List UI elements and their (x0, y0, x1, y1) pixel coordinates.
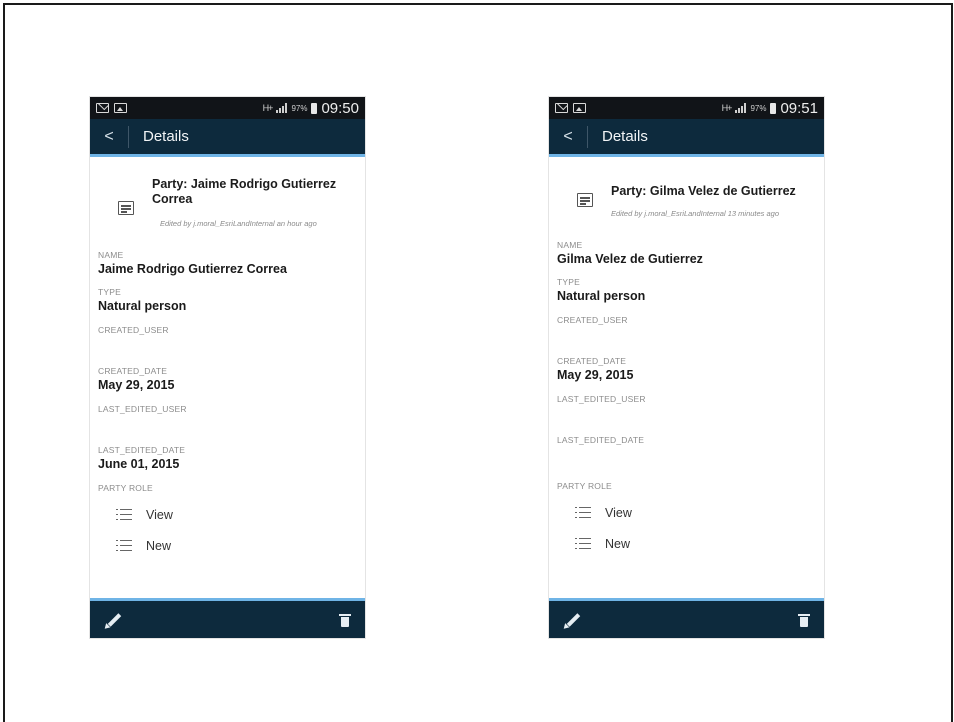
status-bar: H+ 97% 09:50 (90, 97, 365, 119)
party-role-label: PARTY ROLE (557, 481, 612, 491)
field-created-user: CREATED_USER (557, 315, 816, 349)
field-value: May 29, 2015 (557, 368, 634, 382)
list-item-label: View (146, 507, 173, 522)
record-header: Party: Jaime Rodrigo Gutierrez Correa Ed… (98, 157, 357, 228)
clock: 09:51 (780, 99, 818, 117)
party-role-new[interactable]: New (98, 530, 357, 561)
edited-by-text: Edited by j.moral_EsriLandInternal 13 mi… (611, 209, 780, 218)
list-item-label: New (605, 536, 631, 551)
record-title: Party: Gilma Velez de Gutierrez (611, 184, 796, 198)
details-content[interactable]: Party: Gilma Velez de Gutierrez Edited b… (549, 157, 824, 559)
party-role-label: PARTY ROLE (98, 483, 153, 493)
back-button[interactable]: < (90, 118, 128, 156)
edited-by-text: Edited by j.moral_EsriLandInternal an ho… (160, 219, 317, 228)
appbar-divider (587, 125, 588, 148)
field-name: NAME Jaime Rodrigo Gutierrez Correa (98, 250, 357, 276)
clock: 09:50 (321, 99, 359, 117)
bottom-toolbar (549, 598, 824, 638)
battery-percent: 97% (750, 103, 767, 113)
network-type: H+ (262, 103, 274, 113)
record-title: Party: Jaime Rodrigo Gutierrez Correa (152, 177, 337, 206)
appbar-divider (128, 125, 129, 148)
field-label: LAST_EDITED_DATE (98, 445, 186, 455)
chevron-left-icon: < (563, 127, 573, 145)
field-last-edited-user: LAST_EDITED_USER (98, 404, 357, 438)
page-title: Details (602, 128, 648, 145)
delete-trash-icon[interactable] (798, 612, 810, 628)
edit-pencil-icon[interactable] (563, 611, 581, 629)
image-notification-icon (114, 103, 127, 113)
field-last-edited-user: LAST_EDITED_USER (557, 394, 816, 428)
mail-notification-icon (96, 103, 109, 113)
party-role-view[interactable]: View (557, 497, 816, 528)
list-item-label: View (605, 505, 632, 520)
field-type: TYPE Natural person (98, 287, 357, 313)
field-label: TYPE (98, 287, 122, 297)
field-label: CREATED_DATE (557, 356, 627, 366)
details-content[interactable]: Party: Jaime Rodrigo Gutierrez Correa Ed… (90, 157, 365, 561)
field-value: Jaime Rodrigo Gutierrez Correa (98, 262, 287, 276)
back-button[interactable]: < (549, 118, 587, 156)
document-icon (118, 201, 134, 215)
field-label: NAME (98, 250, 124, 260)
field-label: CREATED_DATE (98, 366, 168, 376)
network-type: H+ (721, 103, 733, 113)
field-last-edited-date: LAST_EDITED_DATE (557, 435, 816, 469)
battery-icon (770, 102, 777, 114)
page-title: Details (143, 128, 189, 145)
field-value: Natural person (557, 289, 646, 303)
field-label: CREATED_USER (557, 315, 628, 325)
field-name: NAME Gilma Velez de Gutierrez (557, 240, 816, 266)
field-label: LAST_EDITED_USER (557, 394, 646, 404)
field-label: LAST_EDITED_DATE (557, 435, 645, 445)
signal-icon (735, 103, 747, 113)
field-label: LAST_EDITED_USER (98, 404, 187, 414)
bottom-toolbar (90, 598, 365, 638)
field-created-user: CREATED_USER (98, 325, 357, 359)
battery-icon (311, 102, 318, 114)
field-label: TYPE (557, 277, 581, 287)
phone-screen-left: H+ 97% 09:50 < Details Party: Jaime Rodr… (90, 97, 365, 638)
party-role-new[interactable]: New (557, 528, 816, 559)
record-header: Party: Gilma Velez de Gutierrez Edited b… (557, 157, 816, 218)
list-item-label: New (146, 538, 172, 553)
phone-screen-right: H+ 97% 09:51 < Details Party: Gilma Vele… (549, 97, 824, 638)
battery-percent: 97% (291, 103, 308, 113)
field-last-edited-date: LAST_EDITED_DATE June 01, 2015 (98, 445, 357, 471)
field-value: Natural person (98, 299, 187, 313)
signal-icon (276, 103, 288, 113)
delete-trash-icon[interactable] (339, 612, 351, 628)
field-value: May 29, 2015 (98, 378, 175, 392)
app-bar: < Details (549, 119, 824, 157)
list-icon (116, 508, 132, 521)
edit-pencil-icon[interactable] (104, 611, 122, 629)
list-icon (575, 506, 591, 519)
mail-notification-icon (555, 103, 568, 113)
status-bar: H+ 97% 09:51 (549, 97, 824, 119)
field-value: Gilma Velez de Gutierrez (557, 252, 703, 266)
list-add-icon (116, 539, 132, 552)
app-bar: < Details (90, 119, 365, 157)
field-created-date: CREATED_DATE May 29, 2015 (557, 356, 816, 382)
field-label: NAME (557, 240, 583, 250)
chevron-left-icon: < (104, 127, 114, 145)
field-value: June 01, 2015 (98, 457, 180, 471)
image-notification-icon (573, 103, 586, 113)
field-created-date: CREATED_DATE May 29, 2015 (98, 366, 357, 392)
document-icon (577, 193, 593, 207)
field-label: CREATED_USER (98, 325, 169, 335)
list-add-icon (575, 537, 591, 550)
field-type: TYPE Natural person (557, 277, 816, 303)
party-role-view[interactable]: View (98, 499, 357, 530)
